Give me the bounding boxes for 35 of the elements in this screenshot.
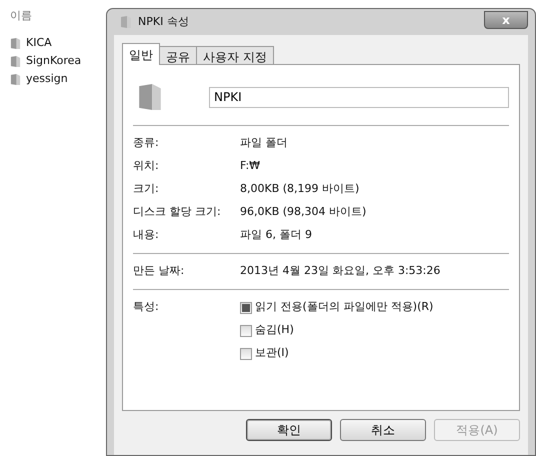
checkbox-label[interactable]: 보관(I) — [255, 345, 289, 362]
checkbox[interactable] — [240, 348, 252, 360]
column-header[interactable]: 이름 — [10, 8, 104, 24]
property-value: F:₩ — [240, 158, 260, 174]
folder-icon — [10, 73, 21, 86]
property-value: 96,0KB (98,304 바이트) — [240, 204, 366, 220]
checkbox-label[interactable]: 읽기 전용(폴더의 파일에만 적용)(R) — [255, 299, 434, 316]
checkbox-label[interactable]: 숨김(H) — [255, 322, 294, 339]
window-title: NPKI 속성 — [138, 14, 189, 30]
dialog-button[interactable]: 취소 — [340, 419, 426, 441]
property-label: 위치: — [133, 158, 160, 174]
property-value: 8,00KB (8,199 바이트) — [240, 181, 360, 198]
folder-name[interactable]: SignKorea — [26, 53, 82, 70]
property-value: 파일 폴더 — [240, 135, 288, 152]
checkbox[interactable] — [240, 302, 252, 314]
property-label: 내용: — [133, 227, 160, 244]
name-field[interactable]: NPKI — [209, 86, 509, 108]
checkbox[interactable] — [240, 324, 252, 336]
property-label: 특성: — [133, 298, 160, 315]
property-value: 2013년 4월 23일 화요일, 오후 3:53:26 — [240, 263, 440, 280]
tab[interactable]: 일반 — [122, 43, 160, 65]
folder-icon — [137, 81, 163, 113]
folder-icon — [120, 15, 132, 29]
property-label: 종류: — [133, 135, 160, 152]
property-label: 디스크 할당 크기: — [133, 204, 222, 220]
dialog-button[interactable]: 확인 — [246, 419, 332, 441]
folder-name[interactable]: yessign — [26, 71, 68, 88]
folder-icon — [10, 37, 21, 50]
property-value: 파일 6, 폴더 9 — [240, 227, 312, 244]
folder-name[interactable]: KICA — [26, 35, 52, 52]
folder-icon — [10, 55, 21, 68]
property-label: 만든 날짜: — [133, 263, 186, 280]
tab[interactable]: 공유 — [159, 46, 197, 65]
tab[interactable]: 사용자 지정 — [196, 46, 274, 65]
property-label: 크기: — [133, 181, 160, 198]
